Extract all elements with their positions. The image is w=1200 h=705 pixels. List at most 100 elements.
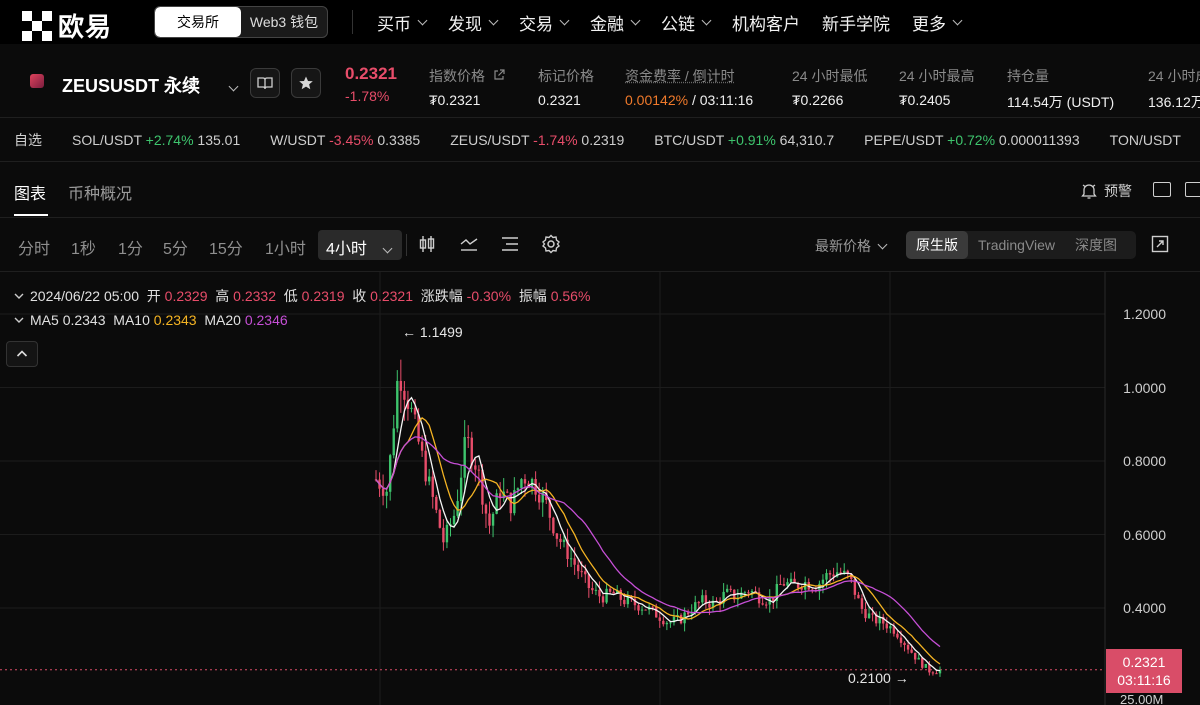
- pair-name[interactable]: ZEUSUSDT 永续: [62, 72, 200, 98]
- candle-body: [860, 598, 864, 609]
- fav-price: 0.2319: [581, 131, 625, 148]
- fav-item-sol[interactable]: SOL/USDT +2.74% 135.01: [72, 132, 240, 148]
- candle-body: [821, 579, 825, 584]
- ma5-label: MA5: [30, 312, 59, 328]
- okx-logo[interactable]: 欧易: [22, 7, 112, 44]
- stat-funding-rate-label: 资金费率 / 倒计时: [625, 68, 735, 84]
- candle-body: [410, 407, 413, 409]
- fav-item-pepe[interactable]: PEPE/USDT +0.72% 0.000011393: [864, 132, 1079, 148]
- funding-rate-value: 0.00142%: [625, 92, 689, 108]
- nav-discover[interactable]: 发现: [448, 10, 499, 35]
- stat-24h-high: 24 小时最高 ₮0.2405: [899, 66, 974, 108]
- switch-exchange[interactable]: 交易所: [155, 7, 241, 37]
- ma20-value: 0.2346: [244, 312, 288, 328]
- candle-body: [413, 407, 417, 415]
- interval-1s[interactable]: 1秒: [71, 235, 96, 259]
- candle-body: [420, 441, 424, 451]
- ohlc-amp: 0.56%: [550, 288, 591, 304]
- stat-funding-rate[interactable]: 资金费率 / 倒计时 0.00142% / 03:11:16: [625, 66, 753, 108]
- book-button[interactable]: [250, 68, 280, 98]
- candle-body: [474, 465, 477, 470]
- ohlc-low-label: 低: [283, 288, 298, 304]
- ohlc-open: 0.2329: [164, 288, 208, 304]
- fav-item-zeus[interactable]: ZEUS/USDT -1.74% 0.2319: [450, 132, 624, 148]
- candle-body: [651, 606, 654, 608]
- chart-canvas[interactable]: [0, 272, 1200, 705]
- fav-pair: PEPE/USDT: [864, 131, 944, 148]
- candle-body: [843, 570, 846, 573]
- nav-finance[interactable]: 金融: [590, 10, 641, 35]
- switch-web3-wallet[interactable]: Web3 钱包: [241, 7, 327, 37]
- candle-body: [438, 509, 442, 528]
- candle-body: [669, 622, 672, 624]
- tab-chart[interactable]: 图表: [14, 180, 46, 204]
- interval-line[interactable]: 分时: [18, 235, 50, 259]
- interval-1h[interactable]: 1小时: [265, 235, 306, 259]
- candle-body: [789, 578, 793, 583]
- ohlc-amp-label: 振幅: [518, 288, 547, 304]
- candle-body: [697, 602, 700, 604]
- favorites-label[interactable]: 自选: [14, 130, 42, 150]
- candle-body: [619, 589, 622, 600]
- nav-institutional[interactable]: 机构客户: [732, 10, 800, 35]
- favorites-bar: 自选 SOL/USDT +2.74% 135.01 W/USDT -3.45% …: [0, 118, 1200, 162]
- fav-change: -1.74%: [533, 131, 578, 148]
- alert-button[interactable]: 预警: [1080, 181, 1132, 201]
- interval-5m[interactable]: 5分: [163, 235, 188, 259]
- fav-item-btc[interactable]: BTC/USDT +0.91% 64,310.7: [654, 132, 834, 148]
- indicator-button[interactable]: [457, 232, 481, 256]
- nav-more[interactable]: 更多: [912, 10, 963, 35]
- fav-item-w[interactable]: W/USDT -3.45% 0.3385: [270, 132, 420, 148]
- candle-body: [825, 573, 828, 580]
- nav-academy[interactable]: 新手学院: [822, 10, 890, 35]
- price-change: -1.78%: [345, 88, 390, 104]
- ma20-label: MA20: [204, 312, 241, 328]
- interval-4h[interactable]: 4小时: [326, 235, 367, 259]
- interval-15m[interactable]: 15分: [209, 235, 243, 259]
- view-tradingview[interactable]: TradingView: [968, 231, 1065, 259]
- collapse-chevron-icon[interactable]: [14, 315, 24, 325]
- candle-body: [584, 571, 587, 575]
- candle-body: [779, 584, 782, 586]
- candle-body: [857, 594, 860, 599]
- candle-body: [477, 469, 481, 471]
- chevron-down-icon: [417, 15, 428, 25]
- nav-menu: 买币 发现 交易 金融 公链 机构客户 新手学院 更多: [377, 0, 983, 44]
- layout-split-icon[interactable]: [1185, 182, 1200, 197]
- candle-type-button[interactable]: [415, 232, 439, 256]
- nav-chain[interactable]: 公链: [661, 10, 712, 35]
- external-link-icon[interactable]: [493, 69, 505, 81]
- alert-label: 预警: [1104, 183, 1132, 199]
- chevron-up-icon: [16, 350, 28, 357]
- kline-chart[interactable]: 2024/06/22 05:00 开 0.2329 高 0.2332 低 0.2…: [0, 272, 1200, 705]
- fav-item-ton[interactable]: TON/USDT: [1110, 132, 1181, 148]
- candle-body: [537, 494, 541, 503]
- favorite-button[interactable]: [291, 68, 321, 98]
- nav-buy-crypto[interactable]: 买币: [377, 10, 428, 35]
- chevron-down-icon: [701, 15, 712, 25]
- layout-single-icon[interactable]: [1153, 182, 1171, 197]
- price-type-label: 最新价格: [815, 238, 871, 254]
- fav-change: +0.72%: [947, 131, 996, 148]
- view-native[interactable]: 原生版: [906, 231, 968, 259]
- collapse-info-button[interactable]: [6, 341, 38, 367]
- interval-more[interactable]: [382, 239, 393, 255]
- candle-body: [885, 623, 888, 629]
- volume-axis-label: 25.00M: [1120, 692, 1164, 705]
- chevron-down-icon: [488, 15, 499, 25]
- fullscreen-button[interactable]: [1148, 232, 1172, 256]
- interval-1m[interactable]: 1分: [118, 235, 143, 259]
- tab-overview[interactable]: 币种概况: [68, 180, 132, 204]
- chevron-down-icon: [228, 81, 239, 92]
- pair-selector[interactable]: [222, 77, 239, 93]
- price-type-select[interactable]: 最新价格: [815, 236, 888, 256]
- view-depth[interactable]: 深度图: [1065, 231, 1127, 259]
- candle-body: [506, 491, 509, 493]
- chart-settings-button[interactable]: [539, 232, 563, 256]
- nav-trade[interactable]: 交易: [519, 10, 570, 35]
- drawing-list-button[interactable]: [498, 232, 522, 256]
- stat-24h-volume-value: 136.12万: [1148, 94, 1200, 110]
- logo-mark-icon: [22, 10, 52, 41]
- collapse-chevron-icon[interactable]: [14, 291, 24, 301]
- candle-body: [761, 603, 764, 605]
